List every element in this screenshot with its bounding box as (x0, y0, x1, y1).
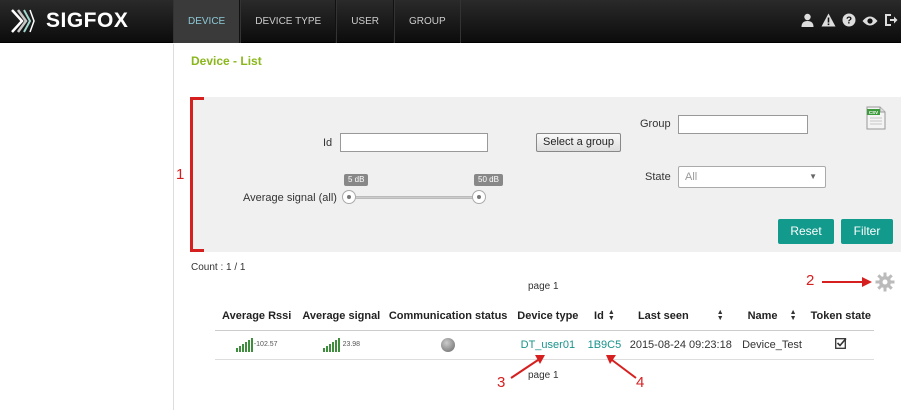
annotation-arrow-2 (822, 277, 872, 287)
signal-bars-icon (322, 337, 340, 352)
nav-device-type[interactable]: DEVICE TYPE (240, 0, 337, 43)
sort-icon[interactable]: ▲ ▼ (717, 309, 724, 322)
eye-icon[interactable] (862, 14, 878, 30)
avg-rssi-value: -102.57 (253, 341, 278, 348)
chevron-down-icon: ▼ (809, 172, 817, 181)
top-bar: SIGFOX DEVICE DEVICE TYPE USER GROUP ? (0, 0, 901, 43)
signal-bars-icon (235, 337, 253, 352)
annotation-arrow-3 (510, 355, 545, 379)
annotation-3: 3 (497, 374, 506, 391)
cell-token-state (807, 330, 874, 360)
slider-min-handle[interactable] (342, 190, 356, 204)
logout-icon[interactable] (883, 13, 899, 30)
brand-name: SIGFOX (46, 9, 129, 32)
state-selected-value: All (685, 171, 698, 183)
col-device-type-label: Device type (517, 309, 579, 322)
col-average-rssi: Average Rssi (215, 302, 299, 331)
annotation-1: 1 (176, 166, 185, 183)
gear-icon[interactable] (875, 272, 895, 292)
slider-max-handle[interactable] (472, 190, 486, 204)
signal-slider-track[interactable] (349, 196, 480, 199)
col-id-label: Id (594, 309, 604, 322)
sort-icon[interactable]: ▲ ▼ (790, 309, 797, 322)
col-average-signal: Average signal (298, 302, 385, 331)
select-group-button[interactable]: Select a group (536, 133, 621, 152)
pagination-top[interactable]: page 1 (528, 281, 559, 292)
cell-last-seen: 2015-08-24 09:23:18 (625, 330, 737, 360)
col-name[interactable]: Name ▲ ▼ (736, 302, 808, 331)
table-header-row: Average Rssi Average signal Communicatio… (215, 302, 874, 331)
cell-communication-status (384, 330, 513, 360)
col-last-seen-label: Last seen (637, 309, 689, 322)
user-icon[interactable] (799, 13, 815, 30)
annotation-arrow-4 (606, 355, 637, 379)
top-icons: ? (799, 0, 901, 43)
col-last-seen[interactable]: Last seen ▲ ▼ (625, 302, 737, 331)
main-nav: DEVICE DEVICE TYPE USER GROUP (173, 0, 461, 43)
page-title: Device - List (191, 54, 262, 68)
nav-group[interactable]: GROUP (393, 0, 461, 43)
csv-label: CSV (869, 110, 878, 115)
status-dot-icon (441, 337, 456, 352)
help-icon[interactable]: ? (841, 13, 857, 30)
avg-signal-label: Average signal (all) (243, 192, 337, 204)
state-label: State (645, 171, 671, 183)
id-label: Id (323, 137, 333, 149)
col-device-type[interactable]: Device type (512, 302, 584, 331)
sidebar (0, 44, 174, 410)
state-select[interactable]: All ▼ (678, 166, 826, 188)
sigfox-logo[interactable]: SIGFOX (10, 6, 128, 36)
warning-icon[interactable] (820, 13, 836, 30)
result-count: Count : 1 / 1 (191, 262, 246, 273)
slider-max-tooltip: 50 dB (474, 174, 503, 186)
col-token-state: Token state (807, 302, 874, 331)
annotation-2: 2 (806, 272, 815, 289)
reset-button[interactable]: Reset (778, 219, 834, 244)
group-input[interactable] (678, 115, 808, 134)
device-id-link[interactable]: 1B9C5 (588, 339, 622, 351)
nav-user[interactable]: USER (336, 0, 394, 43)
cell-avg-signal: 23.98 (298, 330, 385, 360)
device-type-link[interactable]: DT_user01 (521, 339, 575, 351)
sigfox-logo-icon (11, 9, 35, 33)
col-communication-status: Communication status (384, 302, 513, 331)
device-table: Average Rssi Average signal Communicatio… (215, 302, 874, 360)
checkbox-checked-icon (834, 337, 847, 352)
group-label: Group (640, 118, 671, 130)
svg-text:?: ? (846, 16, 852, 27)
filter-button[interactable]: Filter (841, 219, 893, 244)
sort-icon[interactable]: ▲ ▼ (608, 309, 615, 322)
cell-avg-rssi: -102.57 (215, 330, 299, 360)
slider-min-tooltip: 5 dB (344, 174, 369, 186)
col-name-label: Name (747, 309, 778, 322)
annotation-bracket (190, 97, 204, 252)
col-id[interactable]: Id ▲ ▼ (583, 302, 626, 331)
avg-signal-value: 23.98 (342, 341, 361, 348)
cell-name: Device_Test (736, 330, 808, 360)
csv-export-icon[interactable]: CSV (866, 106, 886, 130)
nav-device[interactable]: DEVICE (173, 0, 241, 43)
id-input[interactable] (340, 133, 488, 152)
